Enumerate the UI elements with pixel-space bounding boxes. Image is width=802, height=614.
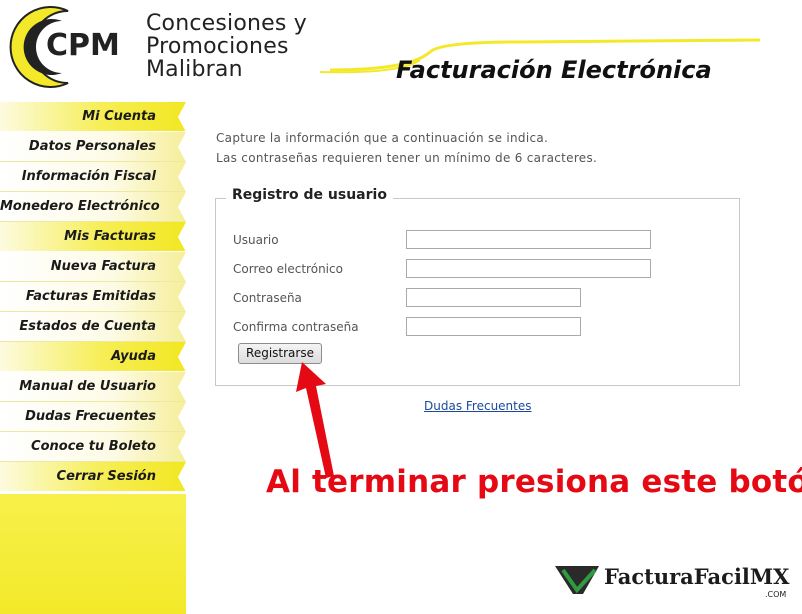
usuario-input[interactable] <box>406 230 651 249</box>
sidebar-item-informacion-fiscal[interactable]: Información Fiscal <box>0 162 186 192</box>
faq-link[interactable]: Dudas Frecuentes <box>424 399 532 413</box>
annotation-arrow <box>296 362 334 478</box>
sidebar-item-estados-de-cuenta[interactable]: Estados de Cuenta <box>0 312 186 342</box>
intro-line-1: Capture la información que a continuació… <box>216 131 549 145</box>
intro-line-2: Las contraseñas requieren tener un mínim… <box>216 151 598 165</box>
sidebar-item-facturas-emitidas[interactable]: Facturas Emitidas <box>0 282 186 312</box>
brand-name: Concesiones y Promociones Malibran <box>146 12 307 81</box>
brand-line-3: Malibran <box>146 57 243 82</box>
usuario-label: Usuario <box>233 233 279 247</box>
watermark-name: FacturaFacilMX <box>604 564 790 589</box>
sidebar-item-manual-de-usuario[interactable]: Manual de Usuario <box>0 372 186 402</box>
sidebar-item-nueva-factura[interactable]: Nueva Factura <box>0 252 186 282</box>
sidebar-item-ayuda[interactable]: Ayuda <box>0 342 186 372</box>
facturafacil-logo-icon <box>555 566 599 594</box>
sidebar-item-dudas-frecuentes[interactable]: Dudas Frecuentes <box>0 402 186 432</box>
sidebar-item-mi-cuenta[interactable]: Mi Cuenta <box>0 102 186 132</box>
contrasena-label: Contraseña <box>233 291 302 305</box>
annotation-text: Al terminar presiona este botón <box>266 464 802 500</box>
correo-label: Correo electrónico <box>233 262 343 276</box>
sidebar-filler <box>0 494 186 614</box>
cpm-logo: CPM <box>9 6 120 88</box>
correo-input[interactable] <box>406 259 651 278</box>
confirma-contrasena-input[interactable] <box>406 317 581 336</box>
sidebar-item-mis-facturas[interactable]: Mis Facturas <box>0 222 186 252</box>
brand-line-2: Promociones <box>146 34 289 59</box>
logo-text: CPM <box>46 28 120 63</box>
contrasena-input[interactable] <box>406 288 581 307</box>
page-title: Facturación Electrónica <box>396 56 712 84</box>
intro-text: Capture la información que a continuació… <box>216 128 597 168</box>
sidebar-nav: Mi Cuenta Datos Personales Información F… <box>0 102 186 614</box>
sidebar-item-cerrar-sesion[interactable]: Cerrar Sesión <box>0 462 186 492</box>
brand-line-1: Concesiones y <box>146 11 307 36</box>
sidebar-item-conoce-tu-boleto[interactable]: Conoce tu Boleto <box>0 432 186 462</box>
sidebar-item-monedero-electronico[interactable]: Monedero Electrónico <box>0 192 186 222</box>
registration-legend: Registro de usuario <box>226 187 393 203</box>
confirma-contrasena-label: Confirma contraseña <box>233 320 359 334</box>
watermark-suffix: .COM <box>765 590 787 599</box>
sidebar-item-datos-personales[interactable]: Datos Personales <box>0 132 186 162</box>
